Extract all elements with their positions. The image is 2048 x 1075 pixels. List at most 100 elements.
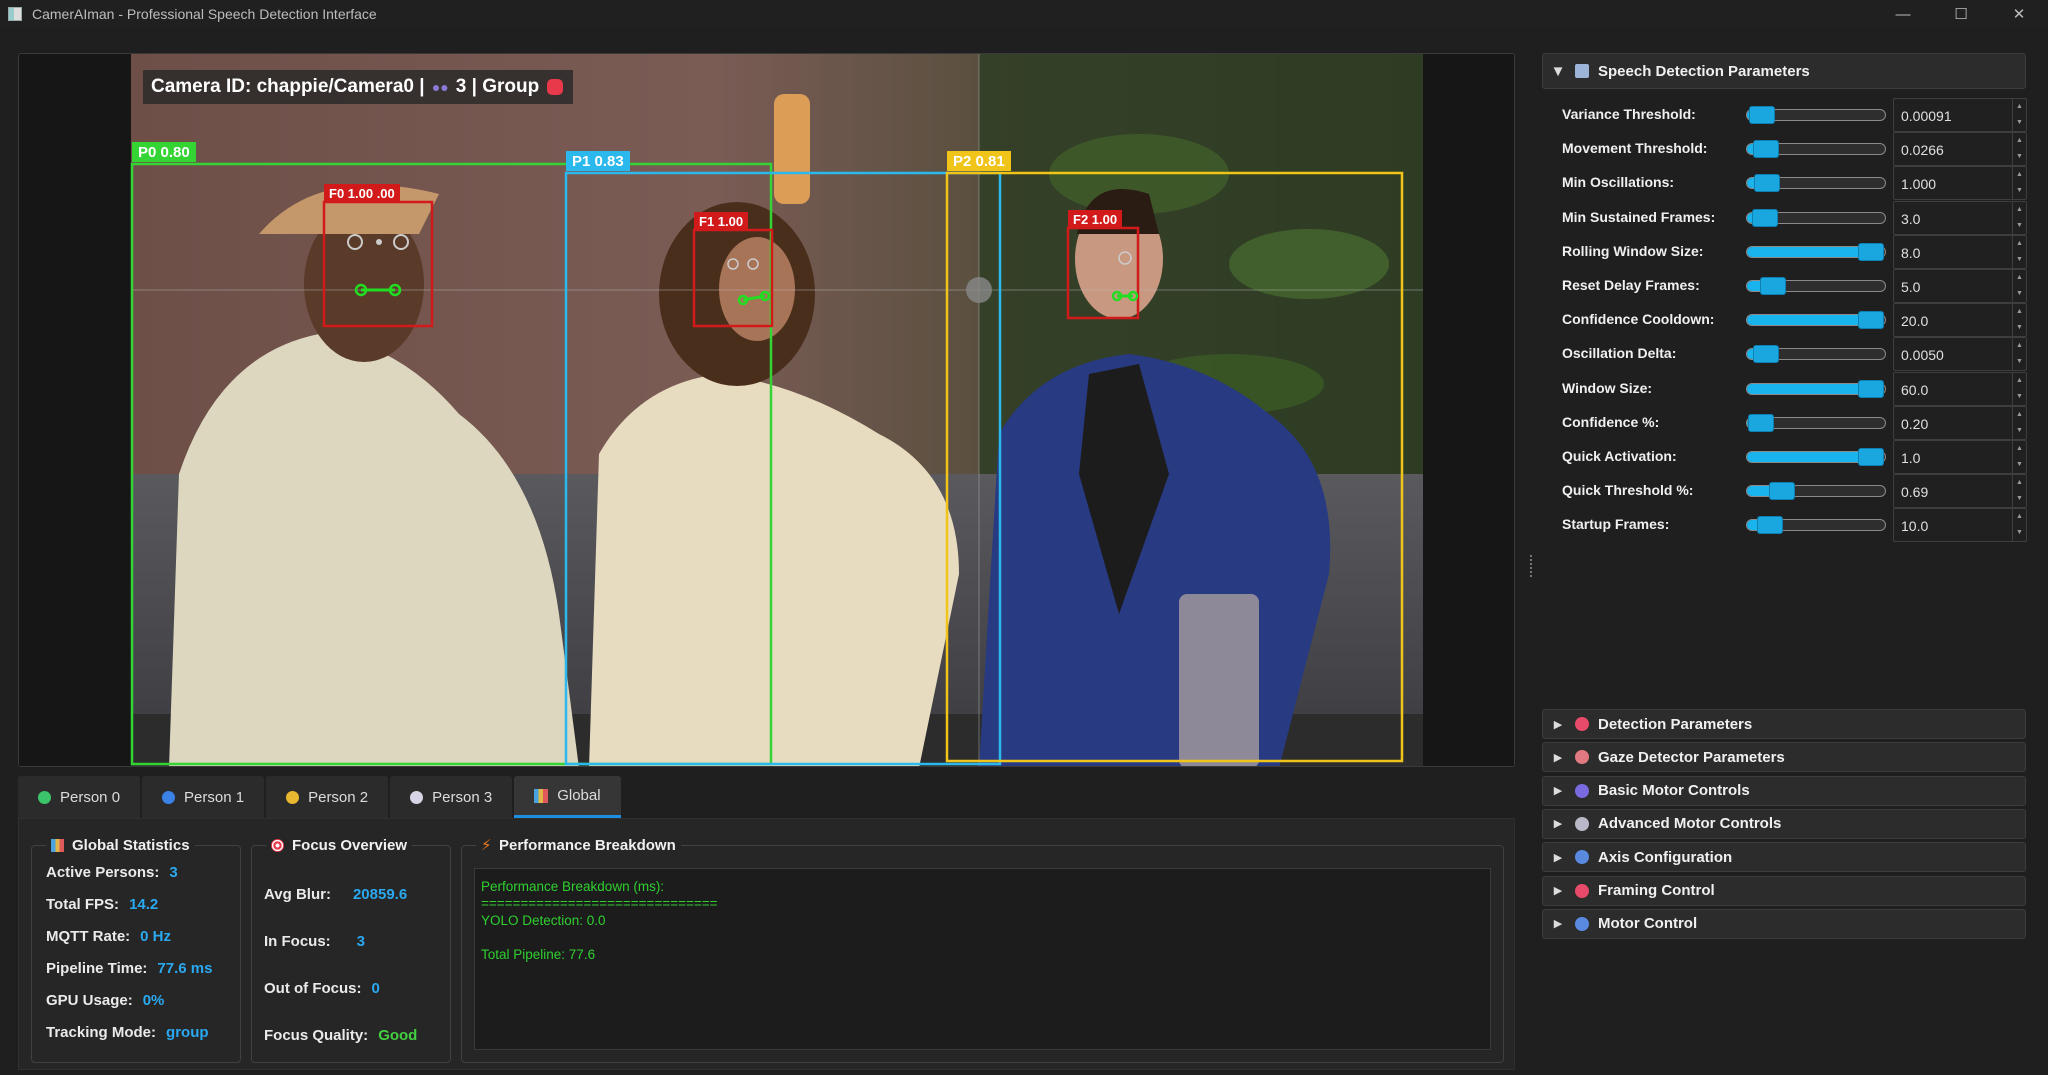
panel-splitter-handle[interactable] (1530, 555, 1533, 577)
spin-down-icon[interactable]: ▼ (2012, 217, 2026, 234)
param-label: Rolling Window Size: (1562, 242, 1704, 259)
spin-down-icon[interactable]: ▼ (2012, 354, 2026, 371)
param-spinbox[interactable]: 8.0 ▲ ▼ (1893, 234, 2027, 269)
slider-handle[interactable] (1748, 413, 1775, 432)
tab-label: Global (557, 787, 601, 804)
tab-person-0[interactable]: Person 0 (18, 776, 141, 818)
close-button[interactable]: ✕ (1990, 0, 2048, 28)
spin-up-icon[interactable]: ▲ (2012, 270, 2026, 286)
spin-up-icon[interactable]: ▲ (2012, 201, 2026, 218)
detection-parameters-header[interactable]: ▶ Detection Parameters (1542, 709, 2026, 739)
spin-down-icon[interactable]: ▼ (2012, 457, 2026, 473)
spin-down-icon[interactable]: ▼ (2012, 525, 2026, 542)
speech-detection-parameters-header[interactable]: ▼ Speech Detection Parameters (1542, 53, 2026, 89)
motor-control-header[interactable]: ▶ Motor Control (1542, 908, 2026, 939)
maximize-button[interactable]: ☐ (1932, 0, 1990, 28)
param-value[interactable]: 1.0 (1901, 450, 1920, 466)
plant-leaf (1229, 229, 1389, 299)
tab-person-2[interactable]: Person 2 (266, 776, 389, 818)
spin-down-icon[interactable]: ▼ (2012, 286, 2026, 302)
param-value[interactable]: 5.0 (1901, 279, 1920, 295)
spin-up-icon[interactable]: ▲ (2012, 235, 2026, 252)
param-value[interactable]: 0.0050 (1901, 347, 1944, 363)
spin-up-icon[interactable]: ▲ (2012, 133, 2026, 150)
param-spinbox[interactable]: 0.0266 ▲ ▼ (1893, 132, 2027, 167)
axis-configuration-header[interactable]: ▶ Axis Configuration (1542, 842, 2026, 873)
spin-up-icon[interactable]: ▲ (2012, 372, 2026, 389)
param-spinbox[interactable]: 0.20 ▲ ▼ (1893, 405, 2027, 440)
performance-text-area[interactable]: Performance Breakdown (ms): ============… (474, 868, 1491, 1050)
param-value[interactable]: 0.00091 (1901, 108, 1952, 124)
slider-handle[interactable] (1768, 482, 1795, 501)
gaze-detector-parameters-header[interactable]: ▶ Gaze Detector Parameters (1542, 742, 2026, 773)
slider-handle[interactable] (1752, 140, 1779, 159)
focus-overview-title: Focus Overview (292, 837, 408, 854)
section-title: Advanced Motor Controls (1598, 815, 1782, 833)
perf-line (481, 930, 1484, 947)
slider-handle[interactable] (1857, 379, 1884, 398)
spin-up-icon[interactable]: ▲ (2012, 99, 2026, 115)
tab-label: Person 3 (432, 788, 493, 806)
slider-handle[interactable] (1751, 208, 1778, 227)
spin-down-icon[interactable]: ▼ (2012, 251, 2026, 268)
param-spinbox[interactable]: 1.000 ▲ ▼ (1893, 166, 2027, 201)
basic-motor-controls-header[interactable]: ▶ Basic Motor Controls (1542, 775, 2026, 806)
param-value[interactable]: 1.000 (1901, 176, 1936, 192)
spin-down-icon[interactable]: ▼ (2012, 149, 2026, 166)
section-title: Basic Motor Controls (1598, 782, 1750, 800)
param-value[interactable]: 20.0 (1901, 313, 1928, 329)
section-icon (1575, 717, 1589, 731)
slider-handle[interactable] (1857, 311, 1884, 330)
slider-handle[interactable] (1753, 174, 1780, 193)
spin-down-icon[interactable]: ▼ (2012, 320, 2026, 337)
spin-down-icon[interactable]: ▼ (2012, 422, 2026, 439)
param-spinbox[interactable]: 0.0050 ▲ ▼ (1893, 337, 2027, 372)
param-spinbox[interactable]: 20.0 ▲ ▼ (1893, 303, 2027, 338)
spin-down-icon[interactable]: ▼ (2012, 183, 2026, 200)
param-value[interactable]: 8.0 (1901, 245, 1920, 261)
param-value[interactable]: 0.69 (1901, 484, 1928, 500)
slider-handle[interactable] (1757, 516, 1784, 535)
slider-handle[interactable] (1857, 448, 1884, 466)
spin-down-icon[interactable]: ▼ (2012, 388, 2026, 405)
param-value[interactable]: 0.20 (1901, 416, 1928, 432)
speaker-icon (1575, 64, 1589, 78)
param-spinbox[interactable]: 60.0 ▲ ▼ (1893, 371, 2027, 406)
spin-up-icon[interactable]: ▲ (2012, 475, 2026, 492)
spin-up-icon[interactable]: ▲ (2012, 304, 2026, 321)
face-tag-2: F2 1.00 (1068, 210, 1123, 228)
param-spinbox[interactable]: 0.00091 ▲ ▼ (1893, 98, 2027, 132)
slider-handle[interactable] (1749, 106, 1776, 124)
slider-handle[interactable] (1857, 242, 1884, 261)
spin-down-icon[interactable]: ▼ (2012, 115, 2026, 131)
param-spinbox[interactable]: 10.0 ▲ ▼ (1893, 508, 2027, 543)
advanced-motor-controls-header[interactable]: ▶ Advanced Motor Controls (1542, 808, 2026, 839)
stat-value: 14.2 (129, 896, 159, 913)
perf-line: YOLO Detection: 0.0 (481, 913, 606, 928)
param-value[interactable]: 60.0 (1901, 382, 1928, 398)
param-value[interactable]: 0.0266 (1901, 142, 1944, 158)
param-value[interactable]: 10.0 (1901, 518, 1928, 534)
spin-down-icon[interactable]: ▼ (2012, 491, 2026, 508)
tab-person-3[interactable]: Person 3 (390, 776, 513, 818)
param-value[interactable]: 3.0 (1901, 211, 1920, 227)
param-spinbox[interactable]: 0.69 ▲ ▼ (1893, 474, 2027, 509)
spin-up-icon[interactable]: ▲ (2012, 406, 2026, 423)
param-spinbox[interactable]: 5.0 ▲ ▼ (1893, 269, 2027, 303)
param-spinbox[interactable]: 3.0 ▲ ▼ (1893, 200, 2027, 235)
slider-handle[interactable] (1759, 277, 1786, 295)
param-row: Movement Threshold: 0.0266 ▲ ▼ (1562, 132, 2027, 167)
tab-person-1[interactable]: Person 1 (142, 776, 265, 818)
param-row: Confidence Cooldown: 20.0 ▲ ▼ (1562, 303, 2027, 338)
param-spinbox[interactable]: 1.0 ▲ ▼ (1893, 440, 2027, 474)
spin-up-icon[interactable]: ▲ (2012, 167, 2026, 184)
param-slider[interactable] (1746, 485, 1886, 498)
framing-control-header[interactable]: ▶ Framing Control (1542, 875, 2026, 906)
spin-up-icon[interactable]: ▲ (2012, 338, 2026, 355)
tab-global[interactable]: Global (514, 776, 621, 818)
spin-up-icon[interactable]: ▲ (2012, 509, 2026, 526)
minimize-button[interactable]: — (1874, 0, 1932, 28)
decanter (1179, 594, 1259, 766)
spin-up-icon[interactable]: ▲ (2012, 441, 2026, 457)
slider-handle[interactable] (1752, 345, 1779, 364)
